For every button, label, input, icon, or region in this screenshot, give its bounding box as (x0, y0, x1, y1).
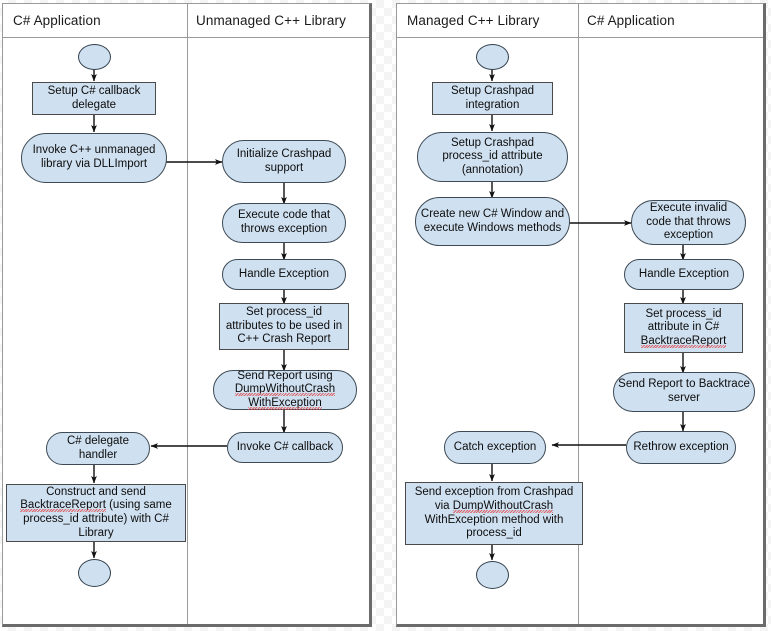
node-rethrow-exception: Rethrow exception (626, 431, 736, 464)
node-start (78, 44, 111, 70)
node-invoke-cpp-unmanaged-library: Invoke C++ unmanaged library via DLLImpo… (21, 133, 167, 183)
node-execute-invalid-code: Execute invalid code that throws excepti… (631, 200, 746, 245)
node-handle-exception: Handle Exception (222, 259, 346, 290)
node-handle-exception: Handle Exception (624, 259, 744, 290)
node-csharp-delegate-handler: C# delegate handler (46, 432, 150, 465)
node-construct-and-send-backtracereport: Construct and send BacktraceReport (using… (6, 484, 186, 542)
node-invoke-csharp-callback: Invoke C# callback (227, 432, 343, 463)
node-start (476, 44, 509, 70)
node-send-exception-from-crashpad: Send exception from Crashpad via DumpWith… (405, 482, 583, 545)
left-swimlane-panel: C# Application Unmanaged C++ Library Set… (2, 3, 372, 627)
node-setup-crashpad-process-id-attribute: Setup Crashpad process_id attribute (ann… (417, 132, 568, 182)
node-setup-csharp-callback-delegate: Setup C# callback delegate (32, 82, 156, 115)
node-send-report-dumpwithoutcrash: Send Report using DumpWithoutCrash WithExc… (213, 370, 357, 410)
node-send-report-backtrace-server: Send Report to Backtrace server (613, 372, 755, 412)
node-execute-code-throws-exception: Execute code that throws exception (222, 203, 346, 243)
node-setup-crashpad-integration: Setup Crashpad integration (432, 82, 553, 115)
node-set-process-id-attributes: Set process_id attributes to be used in … (219, 303, 349, 350)
node-create-new-csharp-window: Create new C# Window and execute Windows… (415, 197, 570, 246)
node-set-process-id-attribute-backtracereport: Set process_id attribute in C# BacktraceRe… (624, 303, 743, 353)
node-catch-exception: Catch exception (444, 431, 546, 464)
node-initialize-crashpad-support: Initialize Crashpad support (222, 140, 346, 183)
right-swimlane-panel: Managed C++ Library C# Application Setup… (396, 3, 766, 627)
node-end (78, 559, 111, 587)
node-end (476, 561, 509, 589)
